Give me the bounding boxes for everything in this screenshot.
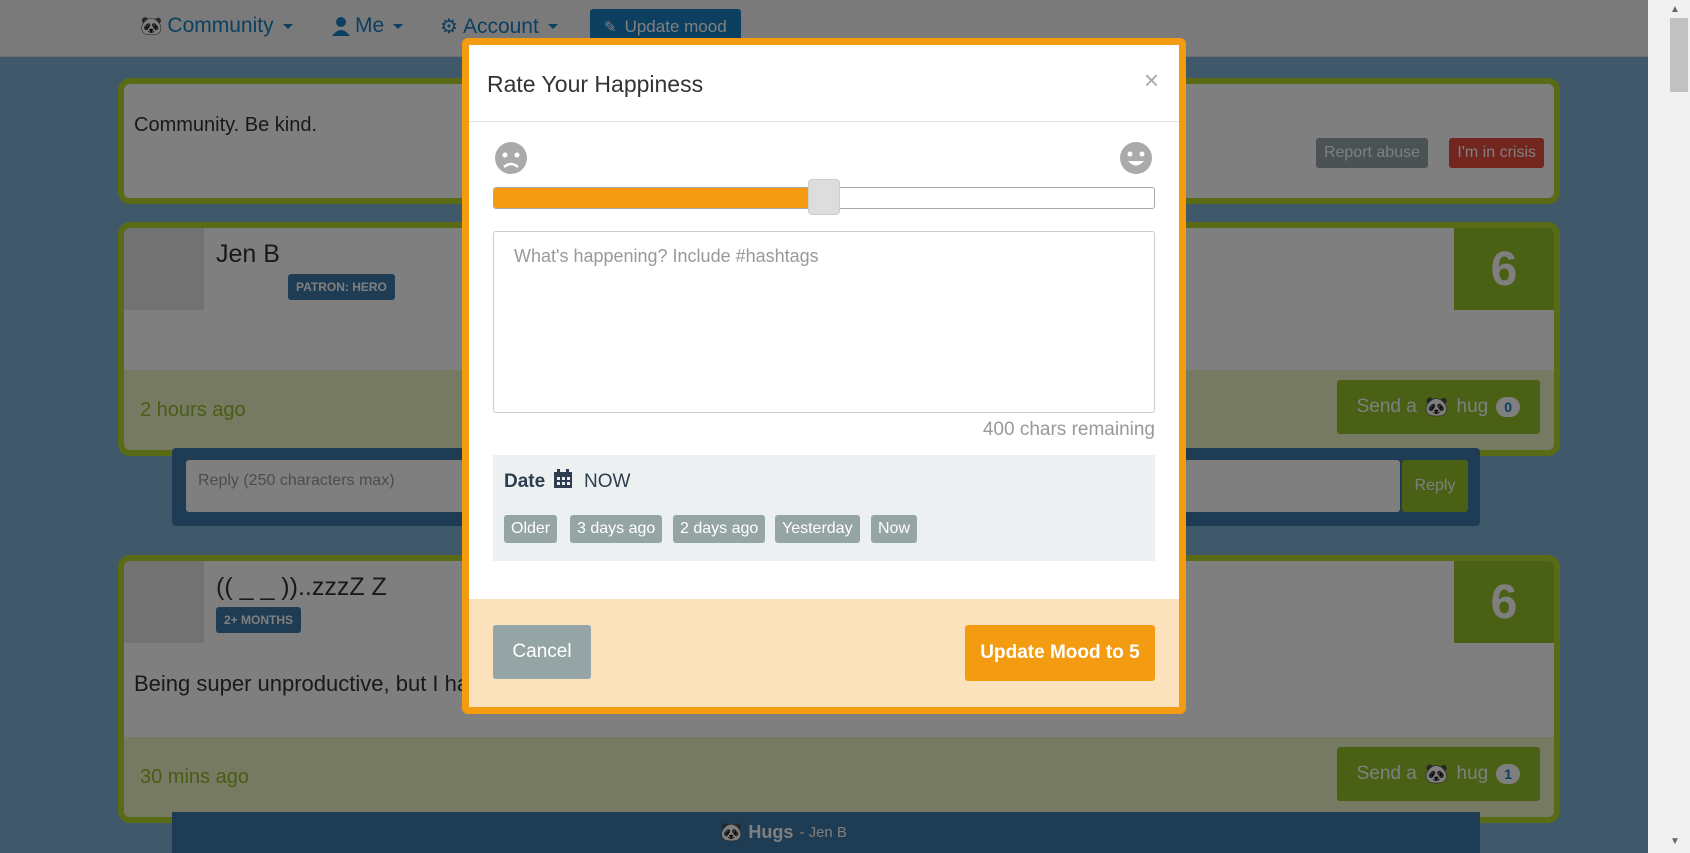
scrollbar-thumb[interactable] bbox=[1670, 18, 1688, 92]
update-mood-button[interactable]: Update Mood to 5 bbox=[965, 625, 1155, 681]
textarea-placeholder: What's happening? Include #hashtags bbox=[514, 246, 819, 266]
date-picker: Date NOW Older 3 days ago 2 days ago Yes… bbox=[493, 455, 1155, 561]
date-chip-older[interactable]: Older bbox=[504, 515, 558, 543]
modal-header: Rate Your Happiness × bbox=[469, 45, 1179, 122]
scroll-up-icon[interactable]: ▲ bbox=[1670, 4, 1680, 15]
mood-textarea[interactable]: What's happening? Include #hashtags bbox=[493, 231, 1155, 413]
mood-slider-handle[interactable] bbox=[808, 179, 840, 215]
page-scrollbar[interactable]: ▲ ▼ bbox=[1648, 0, 1690, 853]
cancel-button[interactable]: Cancel bbox=[493, 625, 591, 679]
modal-footer: Cancel Update Mood to 5 bbox=[469, 599, 1179, 707]
scroll-down-icon[interactable]: ▼ bbox=[1670, 836, 1680, 847]
modal-title: Rate Your Happiness bbox=[487, 71, 704, 97]
date-chip-2-days-ago[interactable]: 2 days ago bbox=[673, 515, 766, 543]
mood-slider-fill bbox=[494, 188, 825, 208]
page-viewport: 🐼 Community Me ⚙ Account ✎ Update mood C… bbox=[0, 0, 1648, 853]
date-chip-yesterday[interactable]: Yesterday bbox=[775, 515, 860, 543]
calendar-icon[interactable] bbox=[553, 469, 573, 489]
date-value: NOW bbox=[584, 471, 631, 492]
date-chip-3-days-ago[interactable]: 3 days ago bbox=[570, 515, 663, 543]
sad-face-icon bbox=[495, 142, 527, 174]
close-icon[interactable]: × bbox=[1144, 65, 1159, 96]
date-label: Date bbox=[504, 471, 546, 492]
happy-face-icon bbox=[1120, 142, 1152, 174]
rate-happiness-modal: Rate Your Happiness × What's happening? … bbox=[462, 38, 1186, 714]
chars-remaining: 400 chars remaining bbox=[982, 419, 1155, 440]
date-chip-now[interactable]: Now bbox=[871, 515, 918, 543]
